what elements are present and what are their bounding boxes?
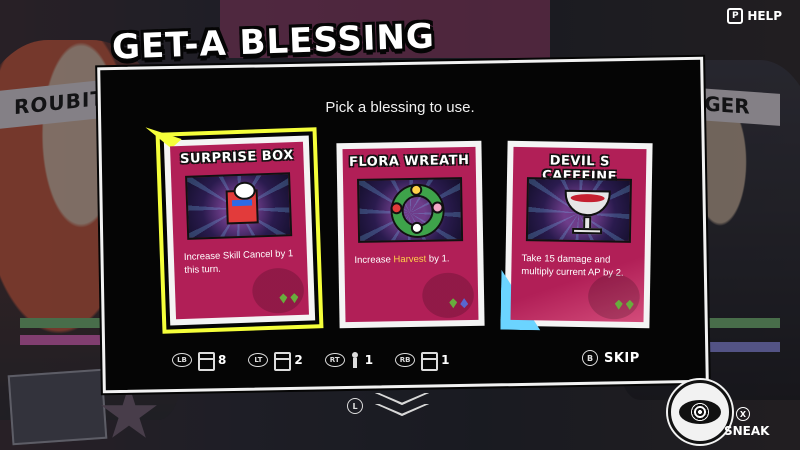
description-text: by 1. — [426, 253, 450, 265]
counter-rb[interactable]: RB 1 — [395, 352, 450, 371]
card-stack-icon — [273, 352, 292, 371]
card-face: DEVIL S CAFFEINE Take 15 damage and mult… — [510, 146, 647, 323]
card-element-icons — [449, 298, 468, 308]
card-art — [525, 177, 632, 243]
leaf-icon — [615, 300, 623, 310]
card-element-icons — [279, 293, 298, 304]
resource-counters: LB 8 LT 2 RT 1 RB 1 — [172, 352, 450, 371]
leaf-icon — [449, 298, 457, 308]
card-title: FLORA WREATH — [348, 152, 470, 171]
gift-box-icon — [225, 189, 259, 225]
scroll-down-hint[interactable]: L — [347, 393, 429, 419]
leaf-icon — [290, 293, 298, 303]
sneak-button[interactable] — [668, 380, 732, 444]
card-stack-icon — [197, 352, 215, 371]
help-button[interactable]: P HELP — [727, 8, 782, 24]
counter-lb[interactable]: LB 8 — [172, 352, 227, 371]
help-label: HELP — [747, 9, 782, 23]
controller-button-icon: P — [727, 8, 744, 24]
counter-value: 1 — [364, 353, 374, 367]
card-description: Take 15 damage and multiply current AP b… — [521, 253, 624, 279]
l-stick-icon: L — [347, 398, 363, 414]
counter-value: 1 — [441, 353, 450, 367]
x-button-icon: X — [736, 407, 750, 421]
chevron-down-icon — [375, 393, 429, 419]
card-element-icons — [615, 300, 634, 310]
card-face: FLORA WREATH Increase Harvest by 1. — [342, 146, 479, 323]
card-face: SURPRISE BOX Increase Skill Cancel by 1 … — [170, 141, 309, 320]
card-title: SURPRISE BOX — [179, 148, 294, 168]
counter-value: 2 — [294, 353, 303, 367]
dialog-subtitle: Pick a blessing to use. — [325, 99, 475, 116]
card-description: Increase Skill Cancel by 1 this turn. — [183, 248, 294, 276]
leaf-icon — [626, 300, 634, 310]
counter-rt[interactable]: RT 1 — [324, 352, 374, 368]
counter-lt[interactable]: LT 2 — [248, 352, 303, 371]
sneak-label: SNEAK — [724, 424, 770, 438]
card-art — [357, 177, 464, 243]
lt-button-icon: LT — [248, 353, 269, 367]
eye-icon — [679, 400, 721, 424]
card-description: Increase Harvest by 1. — [354, 253, 469, 268]
blessing-card-surprise-box[interactable]: SURPRISE BOX Increase Skill Cancel by 1 … — [164, 136, 324, 334]
rt-button-icon: RT — [324, 353, 345, 367]
counter-value: 8 — [218, 353, 227, 367]
goblet-base — [572, 227, 603, 235]
harvest-keyword: Harvest — [393, 253, 427, 266]
skip-label: SKIP — [604, 350, 640, 366]
help-button-glyph: P — [732, 11, 739, 21]
person-icon — [350, 352, 360, 368]
blessing-card-flora-wreath[interactable]: FLORA WREATH Increase Harvest by 1. — [336, 140, 485, 329]
leaf-icon — [279, 293, 287, 303]
card-art — [185, 172, 293, 240]
b-button-icon: B — [582, 350, 598, 366]
description-text: Increase — [354, 254, 394, 266]
card-stack-icon — [420, 352, 439, 371]
skip-button[interactable]: B SKIP — [582, 350, 640, 366]
blessing-card-devils-caffeine[interactable]: DEVIL S CAFFEINE Take 15 damage and mult… — [504, 140, 653, 329]
lb-button-icon: LB — [172, 353, 192, 367]
rb-button-icon: RB — [395, 353, 416, 367]
water-drop-icon — [460, 298, 468, 308]
